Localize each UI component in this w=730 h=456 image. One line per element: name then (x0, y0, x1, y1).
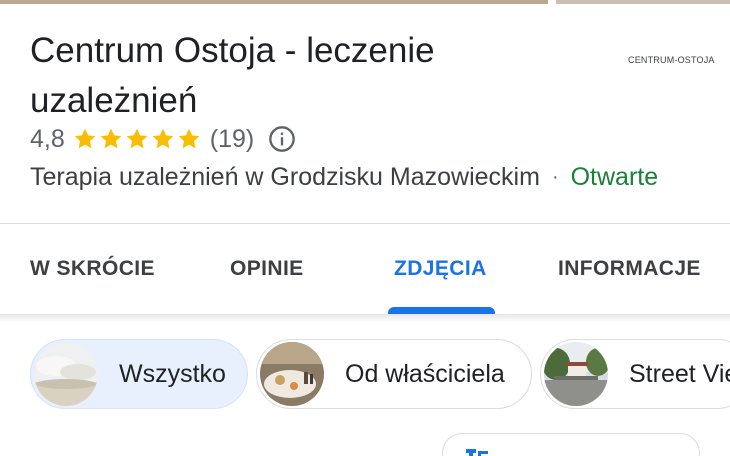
separator-dot: · (551, 165, 559, 188)
info-circle-icon[interactable] (268, 125, 296, 153)
photo-edge-left (0, 0, 548, 4)
place-logo: CENTRUM-OSTOJA (628, 55, 715, 65)
chip-thumbnail-all (34, 342, 98, 406)
review-count[interactable]: (19) (210, 125, 254, 154)
photo-edge-right (556, 0, 730, 4)
star-icon (100, 128, 122, 149)
star-icon (152, 128, 174, 149)
chip-thumbnail-street-view (544, 342, 608, 406)
photo-strip-top (0, 0, 730, 4)
tab-reviews[interactable]: OPINIE (230, 257, 304, 281)
filter-chip-all[interactable]: Wszystko (30, 339, 248, 409)
chip-label: Street View (629, 359, 730, 388)
tab-about[interactable]: INFORMACJE (558, 257, 701, 281)
tab-bar-shadow (0, 314, 730, 322)
filter-chip-street-view[interactable]: Street View (540, 339, 730, 409)
chip-label: Od właściciela (345, 359, 505, 388)
place-category: Terapia uzależnień w Grodzisku Mazowieck… (30, 162, 540, 191)
tab-photos[interactable]: ZDJĘCIA (394, 257, 487, 281)
rating-value: 4,8 (30, 124, 65, 153)
star-icon (126, 128, 148, 149)
category-row: Terapia uzależnień w Grodzisku Mazowieck… (30, 160, 658, 194)
add-photo-icon[interactable] (466, 447, 492, 456)
open-status[interactable]: Otwarte (571, 163, 659, 192)
star-icon (178, 128, 200, 149)
tab-overview[interactable]: W SKRÓCIE (30, 257, 155, 281)
filter-chip-owner[interactable]: Od właściciela (256, 339, 532, 409)
place-title: Centrum Ostoja - leczenie uzależnień (30, 31, 435, 120)
rating-stars (72, 126, 202, 152)
chip-label: Wszystko (119, 359, 226, 388)
rating-row[interactable]: 4,8 (19) (30, 122, 296, 156)
active-tab-indicator (388, 307, 495, 314)
star-icon (74, 128, 96, 149)
tab-bar: W SKRÓCIE OPINIE ZDJĘCIA INFORMACJE (0, 224, 730, 314)
chip-thumbnail-owner (260, 342, 324, 406)
